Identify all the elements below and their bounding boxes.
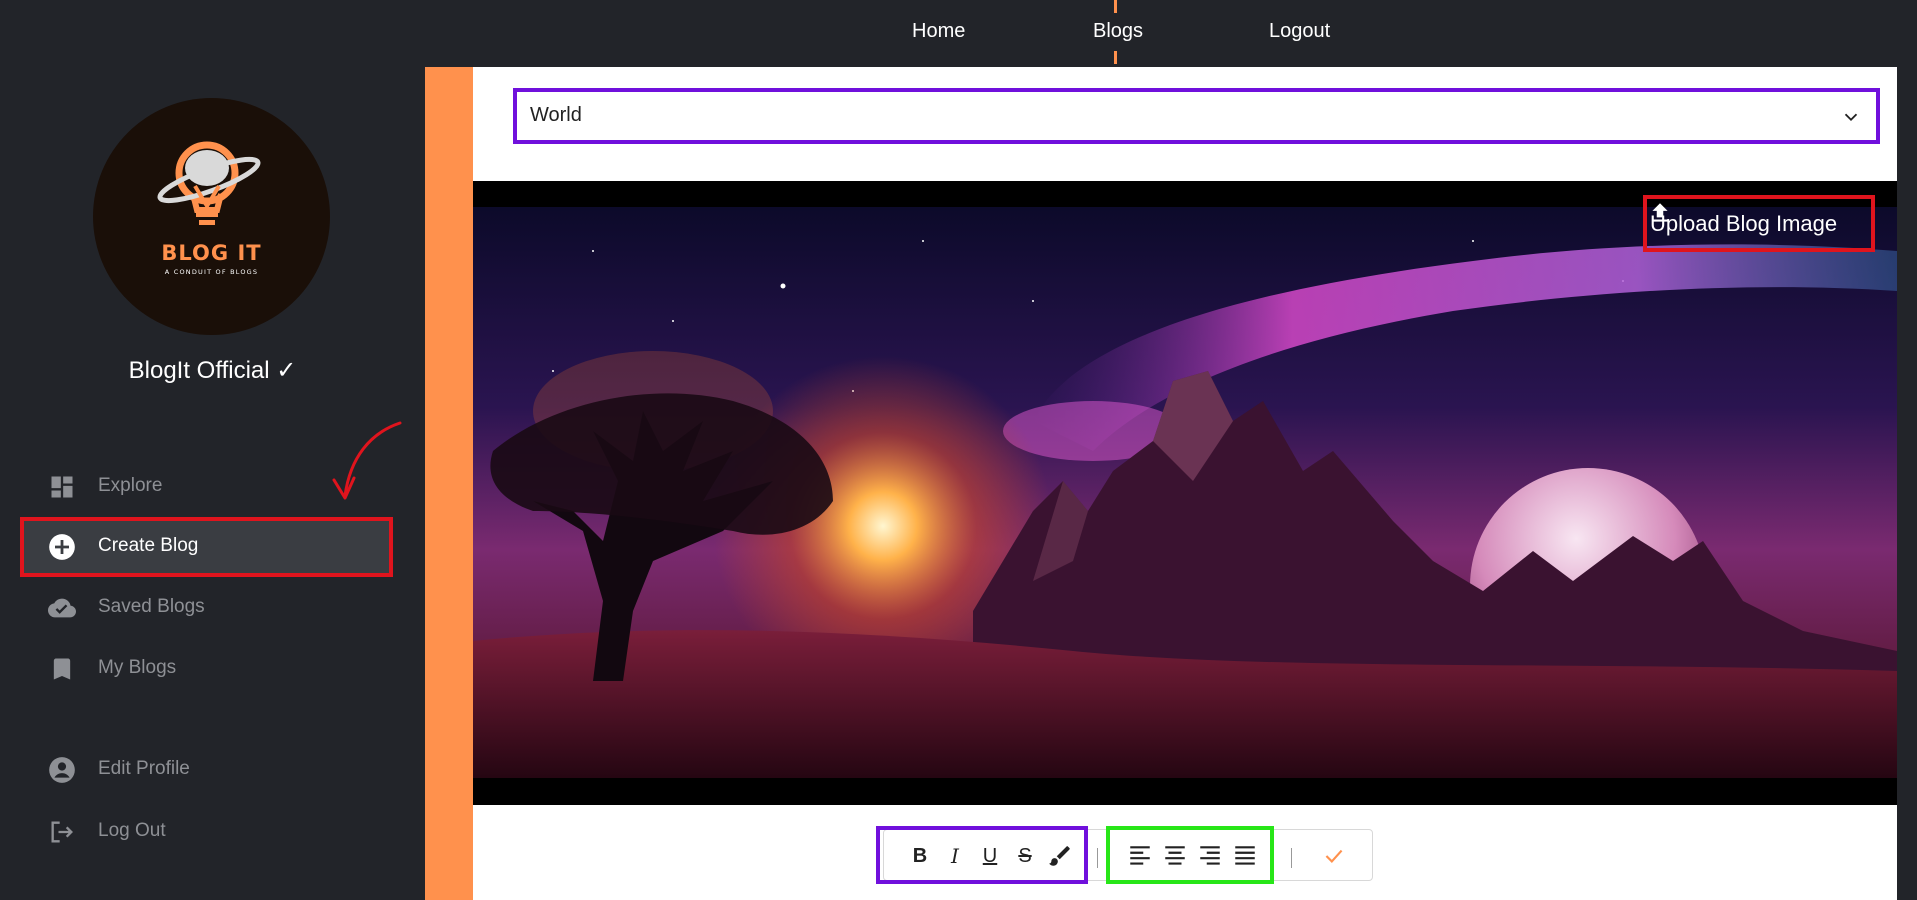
sidebar-item-saved-blogs[interactable]: Saved Blogs xyxy=(20,578,393,638)
logout-icon xyxy=(51,821,73,843)
sidebar-item-log-out[interactable]: Log Out xyxy=(20,802,393,862)
bookmark-icon xyxy=(53,658,71,680)
category-select[interactable]: World xyxy=(513,88,1880,144)
check-icon[interactable] xyxy=(1321,843,1347,869)
cloud-done-icon xyxy=(48,598,76,618)
dashboard-icon xyxy=(51,476,73,498)
blog-cover-image: Upload Blog Image xyxy=(473,181,1897,805)
align-justify-icon[interactable] xyxy=(1232,843,1258,869)
strikethrough-button[interactable]: S xyxy=(1012,843,1038,869)
account-circle-icon xyxy=(49,757,75,783)
sidebar-item-label: Log Out xyxy=(98,820,166,841)
sidebar-item-create-blog[interactable]: Create Blog xyxy=(20,517,393,577)
logo-tagline: A CONDUIT OF BLOGS xyxy=(164,268,259,276)
nav-active-indicator xyxy=(1114,0,1117,13)
sidebar-item-label: My Blogs xyxy=(98,657,177,678)
logo-title: BLOG IT xyxy=(161,241,262,265)
text-format-toolbar: B I U S xyxy=(876,826,1373,884)
sidebar-item-my-blogs[interactable]: My Blogs xyxy=(20,639,393,699)
profile-username: BlogIt Official ✓ xyxy=(128,357,297,384)
align-right-icon[interactable] xyxy=(1197,843,1223,869)
add-circle-icon xyxy=(49,534,75,560)
align-left-icon[interactable] xyxy=(1127,843,1153,869)
annotation-arrow-icon xyxy=(332,421,402,500)
sidebar-item-label: Explore xyxy=(98,475,163,496)
toolbar-separator xyxy=(1097,848,1098,868)
chevron-down-icon xyxy=(1844,113,1858,122)
sidebar-item-label: Edit Profile xyxy=(98,758,190,779)
upload-blog-image-button[interactable]: Upload Blog Image xyxy=(1643,195,1875,252)
blogit-logo: BLOG IT A CONDUIT OF BLOGS xyxy=(93,98,330,335)
align-center-icon[interactable] xyxy=(1162,843,1188,869)
sidebar-item-label: Create Blog xyxy=(98,535,199,556)
fantasy-landscape-image xyxy=(473,181,1897,805)
nav-logout-link[interactable]: Logout xyxy=(1269,20,1330,43)
nav-home-link[interactable]: Home xyxy=(912,20,965,43)
sidebar-item-edit-profile[interactable]: Edit Profile xyxy=(20,740,393,800)
sidebar: BLOG IT A CONDUIT OF BLOGS BlogIt Offici… xyxy=(0,0,425,900)
lightbulb-logo-icon xyxy=(157,141,261,225)
accent-strip xyxy=(425,67,473,900)
category-selected-value: World xyxy=(530,104,582,126)
top-navigation xyxy=(425,0,1897,67)
nav-active-indicator xyxy=(1114,51,1117,64)
create-blog-panel: World Upload Blog Image B I U S xyxy=(473,67,1897,900)
brush-icon[interactable] xyxy=(1047,843,1073,869)
italic-button[interactable]: I xyxy=(942,843,968,869)
nav-blogs-link[interactable]: Blogs xyxy=(1093,20,1143,43)
sidebar-item-label: Saved Blogs xyxy=(98,596,205,617)
toolbar-separator xyxy=(1291,848,1292,868)
upload-icon xyxy=(1652,203,1668,222)
underline-button[interactable]: U xyxy=(977,843,1003,869)
upload-label: Upload Blog Image xyxy=(1650,211,1838,236)
bold-button[interactable]: B xyxy=(907,843,933,869)
